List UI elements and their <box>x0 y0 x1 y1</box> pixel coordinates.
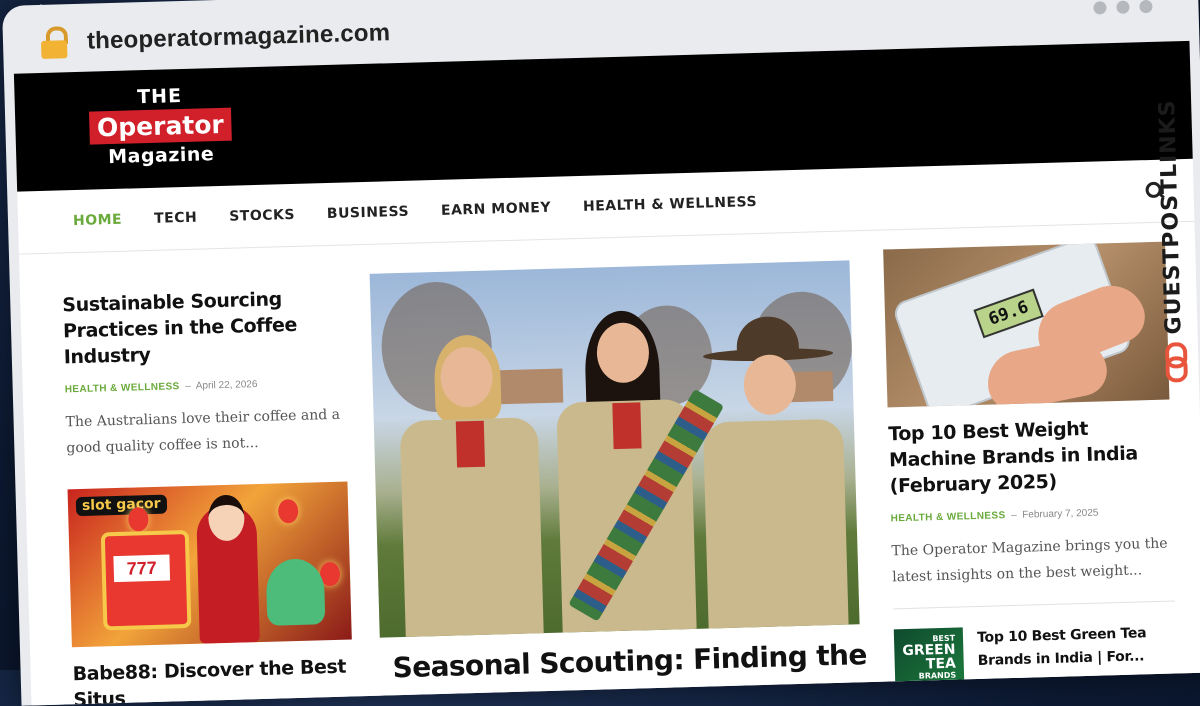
mini-thumbnail[interactable]: BEST GREEN TEA BRANDS <box>893 627 965 688</box>
site-logo[interactable]: THE Operator Magazine <box>84 84 236 169</box>
hero-title[interactable]: Seasonal Scouting: Finding the <box>392 638 873 685</box>
slot-machine-icon: 777 <box>100 529 192 631</box>
browser-window: theoperatormagazine.com THE Operator Mag… <box>2 0 1200 706</box>
chain-link-icon <box>1163 342 1188 383</box>
thumb-line: BRANDS <box>918 670 957 681</box>
post-date: February 7, 2025 <box>1022 507 1099 521</box>
list-item[interactable]: BEST GREEN TEA BRANDS Top 10 Best Green … <box>893 621 1178 688</box>
nav-item-home[interactable]: HOME <box>73 212 123 229</box>
nav-item-health-wellness[interactable]: HEALTH & WELLNESS <box>583 194 757 215</box>
post-date: April 22, 2026 <box>195 379 258 392</box>
url-text[interactable]: theoperatormagazine.com <box>87 19 391 55</box>
nav-item-earn-money[interactable]: EARN MONEY <box>441 200 551 219</box>
post-category[interactable]: HEALTH & WELLNESS <box>891 510 1006 524</box>
lantern-icon <box>128 507 149 532</box>
scout-right <box>696 315 855 633</box>
post-excerpt: The Operator Magazine brings you the lat… <box>891 535 1168 586</box>
logo-line-operator: Operator <box>88 107 233 145</box>
post-thumbnail[interactable]: slot gacor 777 <box>67 481 352 648</box>
post-meta: HEALTH & WELLNESS – April 22, 2026 <box>65 376 355 395</box>
post-title[interactable]: Top 10 Best Weight Machine Brands in Ind… <box>888 414 1172 500</box>
dragon-figure-icon <box>265 558 326 626</box>
nav-item-stocks[interactable]: STOCKS <box>229 207 295 225</box>
lock-icon <box>34 22 75 63</box>
post-thumbnail[interactable]: 69.6 <box>883 241 1170 408</box>
thumb-badge: slot gacor <box>75 494 167 517</box>
nav-item-business[interactable]: BUSINESS <box>327 204 410 222</box>
campaign-hat-crown <box>735 315 800 358</box>
lantern-icon <box>277 498 299 524</box>
left-column: Sustainable Sourcing Practices in the Co… <box>62 284 364 706</box>
slot-reels: 777 <box>113 554 171 583</box>
post-meta: HEALTH & WELLNESS – February 7, 2025 <box>891 506 1173 525</box>
post-title[interactable]: Sustainable Sourcing Practices in the Co… <box>62 284 354 370</box>
post-title[interactable]: Top 10 Best Green Tea Brands in India | … <box>977 621 1177 685</box>
meta-separator: – <box>1008 509 1020 522</box>
nav-item-tech[interactable]: TECH <box>154 210 198 227</box>
scale-display: 69.6 <box>973 288 1044 339</box>
post-excerpt: The Australians love their coffee and a … <box>65 406 341 457</box>
meta-separator: – <box>182 380 194 393</box>
right-column: 69.6 Top 10 Best Weight Machine Brands i… <box>883 241 1178 688</box>
post-category[interactable]: HEALTH & WELLNESS <box>65 381 180 395</box>
logo-line-magazine: Magazine <box>107 143 215 169</box>
post-title[interactable]: Babe88: Discover the Best Situs <box>72 653 363 706</box>
watermark-text: GUESTPOSTLINKS <box>1154 99 1187 335</box>
window-controls <box>1093 0 1153 15</box>
hero-image[interactable] <box>369 260 860 638</box>
window-dot-icon[interactable] <box>1139 0 1153 14</box>
divider <box>893 600 1176 610</box>
logo-line-the: THE <box>136 85 183 109</box>
window-dot-icon[interactable] <box>1093 1 1107 15</box>
window-dot-icon[interactable] <box>1116 0 1130 14</box>
scout-middle <box>546 309 725 633</box>
web-page: THE Operator Magazine HOME TECH STOCKS B… <box>13 40 1200 706</box>
scout-left <box>391 333 549 638</box>
